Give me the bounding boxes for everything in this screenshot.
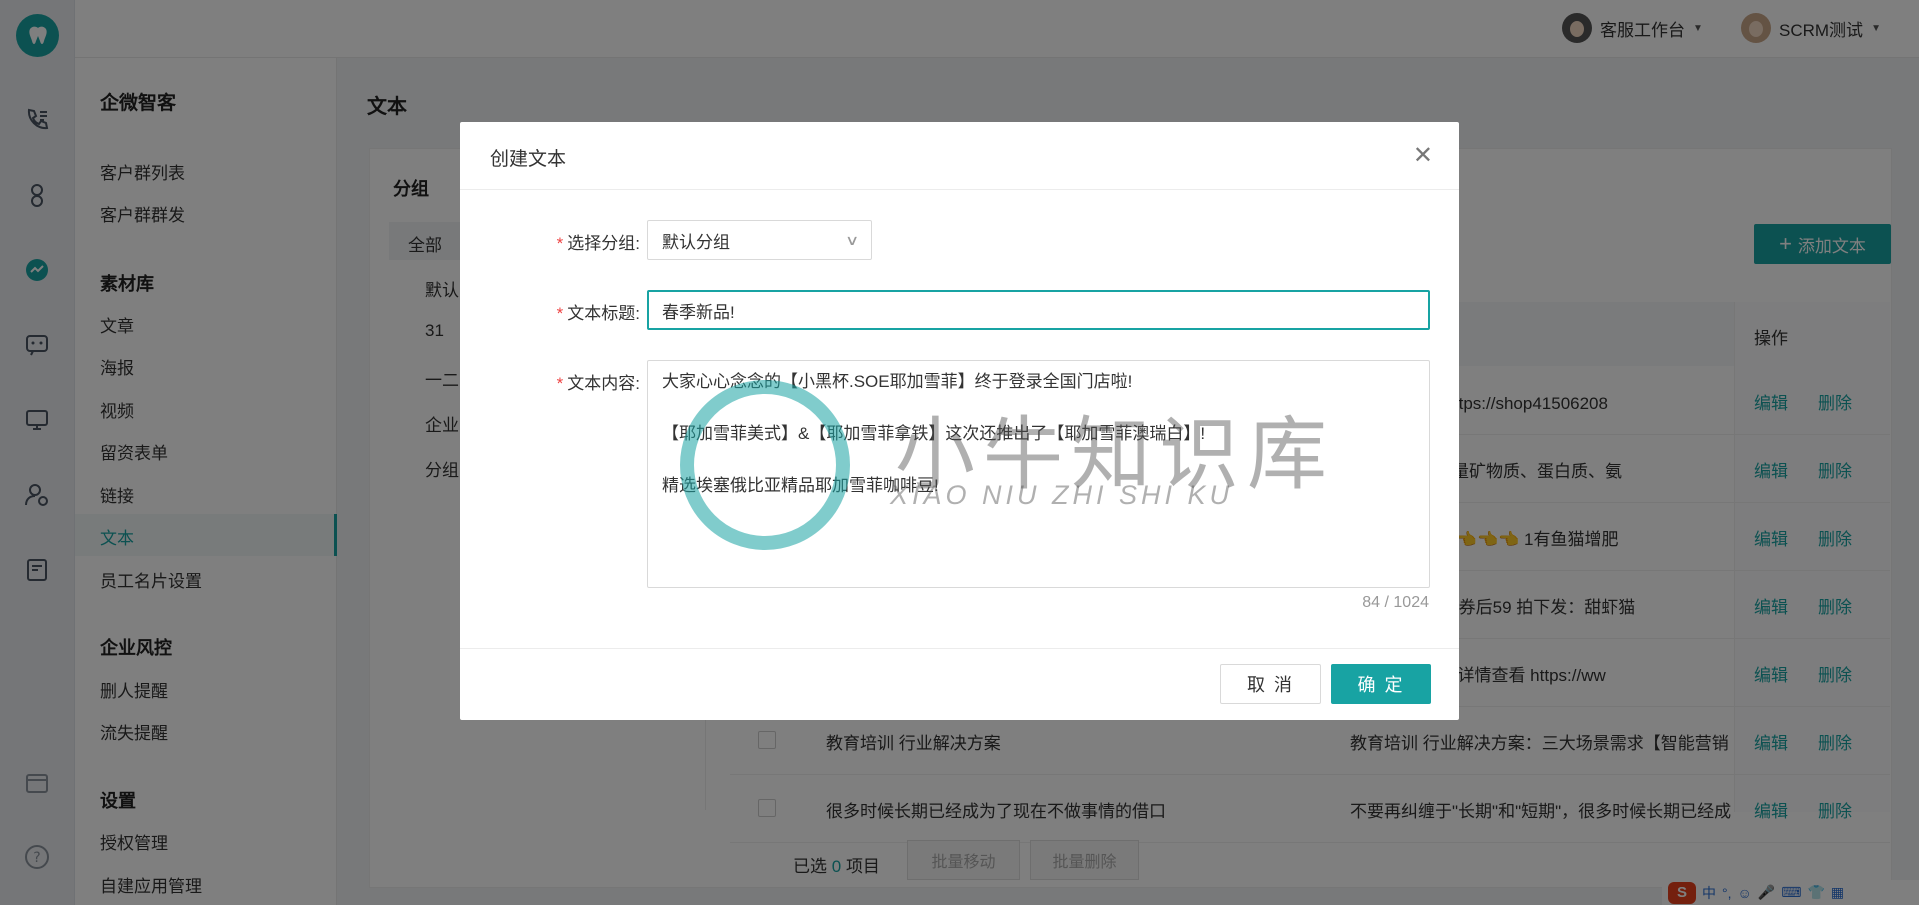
char-counter: 84 / 1024: [1362, 594, 1429, 611]
content-textarea[interactable]: 大家心心念念的【小黑杯.SOE耶加雪菲】终于登录全国门店啦! 【耶加雪菲美式】&…: [647, 360, 1430, 588]
content-line: [662, 447, 1415, 473]
group-label-text: 选择分组:: [567, 234, 640, 253]
dialog-header: 创建文本 ✕: [460, 122, 1459, 190]
group-select-value: 默认分组: [662, 232, 730, 252]
content-label-text: 文本内容:: [567, 374, 640, 393]
title-input[interactable]: [647, 290, 1430, 330]
create-text-dialog: 创建文本 ✕ *选择分组: 默认分组 ∨ *文本标题: *文本内容: 大家心心念…: [460, 122, 1459, 720]
content-line: 精选埃塞俄比亚精品耶加雪菲咖啡豆!: [662, 476, 939, 495]
dialog-title: 创建文本: [490, 149, 567, 170]
group-select-label: * 选择分组:: [556, 234, 640, 253]
content-line: 【耶加雪菲美式】&【耶加雪菲拿铁】这次还推出了【耶加雪菲澳瑞白】!: [662, 424, 1206, 443]
chevron-down-icon: ∨: [844, 231, 860, 248]
group-select[interactable]: 默认分组 ∨: [647, 220, 872, 260]
cancel-button[interactable]: 取 消: [1220, 664, 1321, 704]
confirm-button[interactable]: 确 定: [1331, 664, 1431, 704]
title-label: * 文本标题:: [556, 304, 640, 323]
content-label: * 文本内容:: [556, 374, 640, 393]
close-icon[interactable]: ✕: [1413, 144, 1433, 168]
content-line: [662, 395, 1415, 421]
title-label-text: 文本标题:: [567, 304, 640, 323]
content-line: 大家心心念念的【小黑杯.SOE耶加雪菲】终于登录全国门店啦!: [662, 372, 1133, 391]
